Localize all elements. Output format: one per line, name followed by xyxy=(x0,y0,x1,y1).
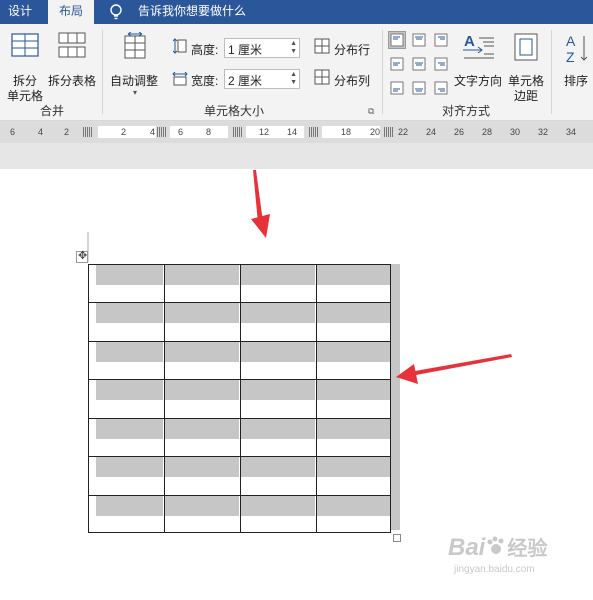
cell-margins-button[interactable]: 单元格 边距 xyxy=(506,30,546,103)
svg-text:Z: Z xyxy=(566,49,575,64)
ruler-label: 12 xyxy=(259,127,270,137)
sort-button[interactable]: A Z 排序 xyxy=(558,30,593,100)
horizontal-ruler[interactable]: 6 4 2 2 4 6 8 12 14 18 20 22 24 26 28 30… xyxy=(0,121,593,143)
ruler-label: 22 xyxy=(398,127,409,137)
ruler-label: 4 xyxy=(150,127,156,137)
ruler-label: 30 xyxy=(510,127,521,137)
ruler-label: 8 xyxy=(206,127,212,137)
autofit-label: 自动调整 xyxy=(110,74,159,88)
ribbon-tab-bar: 设计 布局 告诉我你想要做什么 xyxy=(0,0,593,24)
ruler-label: 2 xyxy=(121,127,127,137)
dialog-launcher-icon[interactable]: ⧉ xyxy=(368,106,374,117)
ruler-label: 28 xyxy=(482,127,493,137)
row-end-selection xyxy=(391,264,400,530)
svg-text:A: A xyxy=(464,33,475,50)
separator xyxy=(382,30,383,114)
chevron-down-icon: ▾ xyxy=(133,88,138,97)
width-field[interactable]: 2 厘米 ▲ ▼ xyxy=(224,69,300,89)
svg-text:A: A xyxy=(566,33,576,49)
text-direction-button[interactable]: A 文字方向 xyxy=(454,30,504,100)
ribbon: 拆分 单元格 拆分表格 合并 自动调整 ▾ 高度: 1 厘米 ▲ ▼ 宽度: 2… xyxy=(0,24,593,121)
distribute-rows-button[interactable]: 分布行 xyxy=(313,38,373,57)
ruler-label: 32 xyxy=(538,127,549,137)
split-table-icon xyxy=(58,32,86,58)
width-spinner[interactable]: ▲ ▼ xyxy=(290,71,297,87)
watermark: Bai 经验 jingyan.baidu.com xyxy=(448,532,548,575)
cell-size-group-label: 单元格大小 xyxy=(204,104,265,118)
ruler-label: 6 xyxy=(10,127,16,137)
ruler-label: 26 xyxy=(454,127,465,137)
column-marker[interactable] xyxy=(157,127,166,137)
cell-margins-label-2: 边距 xyxy=(514,89,539,103)
column-marker[interactable] xyxy=(233,127,242,137)
text-direction-label: 文字方向 xyxy=(454,74,503,88)
height-spinner[interactable]: ▲ ▼ xyxy=(290,40,297,56)
watermark-brand: Bai xyxy=(448,534,486,561)
ruler-label: 34 xyxy=(566,127,577,137)
lightbulb-icon xyxy=(110,4,122,20)
merge-group-label: 合并 xyxy=(40,104,65,118)
sort-label: 排序 xyxy=(564,74,589,88)
separator xyxy=(102,30,103,114)
ruler-label: 6 xyxy=(178,127,184,137)
autofit-icon xyxy=(124,32,146,59)
column-width-icon xyxy=(172,72,188,86)
width-value: 2 厘米 xyxy=(228,74,263,88)
distribute-rows-icon xyxy=(314,38,330,54)
column-marker[interactable] xyxy=(83,127,92,137)
ruler-label: 2 xyxy=(64,127,70,137)
ruler-label: 14 xyxy=(287,127,298,137)
watermark-url: jingyan.baidu.com xyxy=(454,564,535,575)
ruler-label: 20 xyxy=(370,127,381,137)
autofit-button[interactable]: 自动调整 ▾ xyxy=(108,30,162,100)
height-value: 1 厘米 xyxy=(228,43,263,57)
distribute-cols-button[interactable]: 分布列 xyxy=(313,69,373,88)
move-icon: ✥ xyxy=(78,250,88,262)
tab-layout[interactable]: 布局 xyxy=(48,0,94,24)
width-label: 宽度: xyxy=(191,74,219,88)
split-cells-label-2: 单元格 xyxy=(7,89,44,103)
cell-margins-icon xyxy=(514,33,538,61)
split-table-button[interactable]: 拆分表格 xyxy=(48,30,98,100)
split-cells-icon xyxy=(11,33,39,57)
alignment-icons xyxy=(390,33,448,95)
tell-me-text: 告诉我你想要做什么 xyxy=(138,4,247,18)
distribute-cols-icon xyxy=(314,69,330,85)
separator xyxy=(551,30,552,114)
height-field[interactable]: 1 厘米 ▲ ▼ xyxy=(224,38,300,58)
table-border xyxy=(88,264,391,533)
row-height-icon xyxy=(173,38,187,54)
split-cells-button[interactable]: 拆分 单元格 xyxy=(4,30,46,103)
ruler-gap xyxy=(0,143,593,169)
distribute-cols-label: 分布列 xyxy=(334,74,371,88)
paw-icon xyxy=(487,536,504,554)
tab-design[interactable]: 设计 xyxy=(8,0,32,24)
column-marker[interactable] xyxy=(384,127,393,137)
sort-icon: A Z xyxy=(566,33,588,64)
table-resize-handle[interactable] xyxy=(393,534,401,542)
alignment-group-label: 对齐方式 xyxy=(442,104,491,118)
table-move-handle[interactable]: ✥ xyxy=(76,250,88,263)
split-table-label: 拆分表格 xyxy=(48,74,97,88)
text-direction-icon: A xyxy=(463,33,494,59)
ruler-label: 4 xyxy=(38,127,44,137)
ruler-label: 24 xyxy=(426,127,437,137)
distribute-rows-label: 分布行 xyxy=(334,43,371,57)
ruler-label: 18 xyxy=(341,127,352,137)
height-label: 高度: xyxy=(191,43,219,57)
column-marker[interactable] xyxy=(309,127,318,137)
watermark-brand-2: 经验 xyxy=(507,538,548,560)
